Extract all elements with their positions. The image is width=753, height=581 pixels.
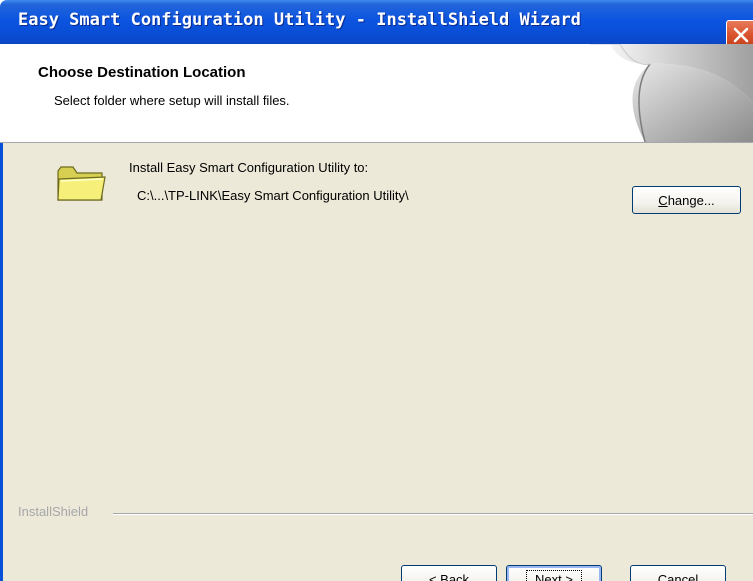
- divider-line: [113, 513, 753, 515]
- next-button-focus: Next >: [526, 569, 582, 581]
- folder-icon: [57, 166, 106, 201]
- window-title: Easy Smart Configuration Utility - Insta…: [18, 10, 581, 30]
- back-button[interactable]: < Back: [401, 565, 497, 581]
- install-destination-label: Install Easy Smart Configuration Utility…: [129, 160, 369, 175]
- wizard-body: Install Easy Smart Configuration Utility…: [0, 143, 753, 581]
- change-button[interactable]: Change...: [632, 186, 741, 214]
- change-button-mnemonic: C: [658, 192, 668, 208]
- installshield-divider: InstallShield: [3, 504, 753, 522]
- next-button[interactable]: Next >: [506, 565, 602, 581]
- next-button-mnemonic: N: [535, 571, 545, 581]
- installshield-curl-graphic: [590, 44, 753, 142]
- cancel-button-label: Cancel: [657, 571, 699, 581]
- title-bar[interactable]: Easy Smart Configuration Utility - Insta…: [0, 0, 753, 50]
- back-button-label: ack: [448, 571, 470, 581]
- change-button-label: hange...: [667, 192, 715, 208]
- page-title: Choose Destination Location: [38, 64, 246, 81]
- install-path: C:\...\TP-LINK\Easy Smart Configuration …: [137, 188, 409, 203]
- next-button-label: ext >: [544, 571, 573, 581]
- installshield-brand: InstallShield: [18, 504, 95, 519]
- back-button-mnemonic: B: [440, 571, 449, 581]
- close-icon: [733, 27, 749, 43]
- back-button-prefix: <: [428, 571, 441, 581]
- header-panel: Choose Destination Location Select folde…: [0, 44, 753, 143]
- installer-window: Easy Smart Configuration Utility - Insta…: [0, 0, 753, 581]
- cancel-button[interactable]: Cancel: [630, 565, 726, 581]
- page-subtitle: Select folder where setup will install f…: [54, 93, 290, 108]
